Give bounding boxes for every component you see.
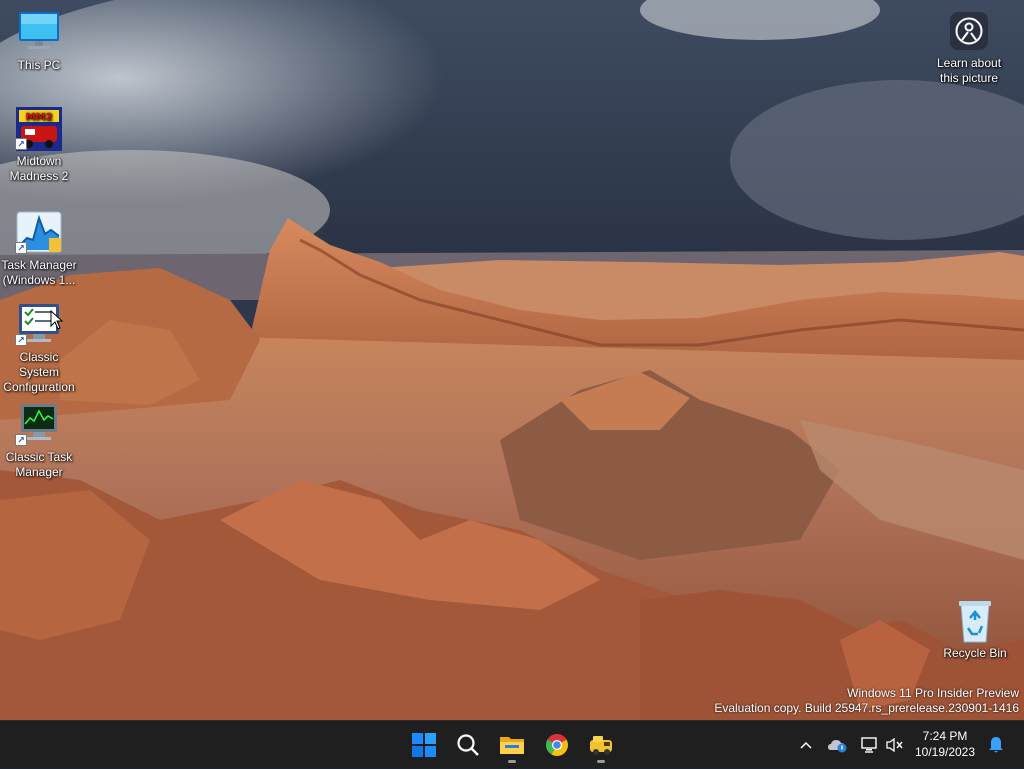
shortcut-arrow-icon: ↗ (15, 434, 27, 446)
watermark-line1: Windows 11 Pro Insider Preview (847, 686, 1019, 700)
desktop-icon-label: Recycle Bin (943, 646, 1007, 660)
shortcut-arrow-icon: ↗ (15, 334, 27, 346)
camera-info-icon (950, 12, 988, 50)
desktop-icon-classic-task-manager[interactable]: ↗ Classic Task Manager (0, 402, 78, 480)
show-hidden-icons-button[interactable] (796, 721, 816, 769)
search-button[interactable] (448, 725, 488, 765)
volume-muted-icon (886, 737, 903, 753)
learn-about-line1: Learn about (936, 56, 1002, 70)
taskbar-file-explorer[interactable] (492, 725, 532, 765)
taskbar-midtown-madness-2[interactable] (581, 725, 621, 765)
notification-button[interactable] (984, 721, 1008, 769)
evaluation-watermark: Windows 11 Pro Insider Preview Evaluatio… (714, 686, 1019, 716)
running-indicator (597, 760, 605, 763)
tray-network[interactable] (858, 721, 880, 769)
desktop-icon-label: Classic Task Manager (5, 450, 73, 479)
clock-date: 10/19/2023 (914, 745, 976, 759)
shortcut-arrow-icon: ↗ (15, 242, 27, 254)
recycle-bin-icon (951, 598, 999, 644)
file-explorer-icon (500, 737, 524, 754)
task-manager-icon: ↗ (15, 210, 63, 256)
taskbar-chrome[interactable] (537, 725, 577, 765)
taskbar-clock[interactable]: 7:24 PM 10/19/2023 (910, 728, 980, 760)
watermark-line2: Evaluation copy. Build 25947.rs_prerelea… (714, 701, 1019, 715)
tray-volume[interactable] (884, 721, 906, 769)
shortcut-arrow-icon: ↗ (15, 138, 27, 150)
desktop-icon-this-pc[interactable]: This PC (0, 10, 78, 73)
clock-time: 7:24 PM (922, 729, 968, 743)
monitor-icon (15, 10, 63, 56)
chevron-up-icon (800, 741, 812, 749)
notification-bell-icon (989, 737, 1003, 753)
learn-about-line2: this picture (939, 71, 999, 85)
desktop-icon-label: Classic System Configuration (3, 350, 75, 394)
learn-about-picture[interactable]: Learn about this picture (924, 12, 1014, 86)
midtown-madness-2-icon: MM2 ↗ (15, 106, 63, 152)
chrome-icon (546, 734, 568, 756)
tray-onedrive[interactable] (826, 721, 850, 769)
taskbar: 7:24 PM 10/19/2023 (0, 720, 1024, 768)
desktop-icon-label: Midtown Madness 2 (9, 154, 69, 183)
desktop-icon-classic-system-configuration[interactable]: ↗ Classic System Configuration (0, 302, 78, 395)
desktop-icon-midtown-madness-2[interactable]: MM2 ↗ Midtown Madness 2 (0, 106, 78, 184)
desktop-icon-task-manager[interactable]: ↗ Task Manager (Windows 1... (0, 210, 78, 288)
mouse-cursor-icon (50, 309, 64, 335)
network-icon (861, 737, 877, 753)
windows-start-icon (412, 733, 436, 757)
running-indicator (508, 760, 516, 763)
desktop-wallpaper[interactable] (0, 0, 1024, 720)
desktop-icon-recycle-bin[interactable]: Recycle Bin (936, 598, 1014, 661)
game-app-icon (590, 736, 612, 755)
classic-task-manager-icon: ↗ (15, 402, 63, 448)
search-icon (457, 734, 479, 756)
svg-text:MM2: MM2 (26, 112, 53, 123)
start-button[interactable] (404, 725, 444, 765)
desktop-icon-label: This PC (17, 58, 61, 72)
desktop-icon-label: Task Manager (Windows 1... (1, 258, 77, 287)
onedrive-icon (828, 740, 847, 753)
